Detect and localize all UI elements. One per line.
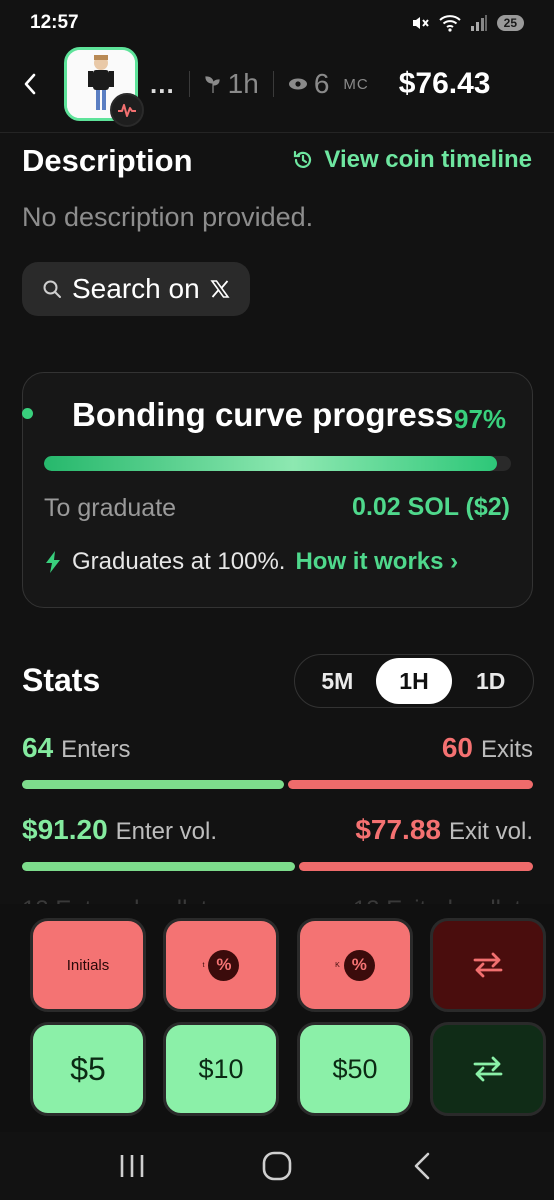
wifi-icon xyxy=(438,15,461,32)
viewer-count: 6 xyxy=(288,68,330,100)
how-it-works-link[interactable]: How it works › xyxy=(295,548,458,576)
signal-icon xyxy=(470,15,487,31)
activity-badge xyxy=(110,93,144,127)
bonding-progress-fill xyxy=(44,456,497,471)
back-button[interactable] xyxy=(22,64,52,104)
x-logo-icon xyxy=(210,280,230,298)
sell-percent-1-label: t xyxy=(202,961,205,969)
market-cap-value: $76.43 xyxy=(398,67,491,100)
percent-icon: % xyxy=(208,949,240,981)
home-icon xyxy=(262,1151,292,1181)
description-title: Description xyxy=(22,143,193,178)
search-on-x-button[interactable]: Search on xyxy=(22,262,250,316)
range-5m-tab[interactable]: 5M xyxy=(299,658,376,704)
exit-volume-value: $77.88 xyxy=(355,814,441,845)
quick-trade-panel: Initials t % K % $5 $10 $50 xyxy=(0,904,554,1132)
time-range-selector: 5M 1H 1D xyxy=(294,654,534,708)
buy-10-button[interactable]: $10 xyxy=(163,1022,279,1116)
swap-arrows-icon xyxy=(473,952,503,978)
to-graduate-value: 0.02 SOL ($2) xyxy=(352,493,510,521)
enters-label: Enters xyxy=(61,736,131,763)
buy-5-button[interactable]: $5 xyxy=(30,1022,146,1116)
view-coin-timeline-link[interactable]: View coin timeline xyxy=(292,146,532,174)
eye-icon xyxy=(288,78,307,90)
back-arrow-icon xyxy=(414,1152,429,1180)
exits-label: Exits xyxy=(480,736,533,763)
search-on-label: Search on xyxy=(72,273,200,304)
battery-indicator: 25 xyxy=(496,15,524,31)
sell-percent-chip-2: K % xyxy=(335,949,375,981)
bonding-curve-percent: 97% xyxy=(454,404,507,434)
exit-volume-label: Exit vol. xyxy=(448,818,533,845)
coin-avatar[interactable] xyxy=(64,47,144,127)
description-text: No description provided. xyxy=(22,202,314,232)
sprout-icon xyxy=(205,76,220,93)
to-graduate-label: To graduate xyxy=(44,494,177,522)
buy-50-label: $50 xyxy=(332,1053,378,1084)
status-dot-icon xyxy=(22,408,33,419)
exits-count: 60 xyxy=(441,732,473,763)
chevron-left-icon xyxy=(24,73,36,95)
enters-count: 64 xyxy=(22,732,54,763)
graduation-info-text: Graduates at 100%. xyxy=(72,548,286,575)
sell-percent-2-label: K xyxy=(335,961,340,969)
header-divider xyxy=(188,71,190,97)
market-cap-label: MC xyxy=(343,75,369,93)
coin-age-value: 1h xyxy=(227,68,259,99)
search-icon xyxy=(43,280,61,298)
bonding-progress-bar xyxy=(44,456,511,471)
buy-10-label: $10 xyxy=(198,1053,244,1084)
recent-apps-button[interactable] xyxy=(102,1141,162,1191)
enter-volume-label: Enter vol. xyxy=(115,818,218,845)
bonding-curve-title: Bonding curve progress xyxy=(72,396,454,433)
buy-5-label: $5 xyxy=(70,1050,106,1087)
system-navigation-bar xyxy=(0,1132,554,1200)
enter-volume-bar xyxy=(22,862,295,871)
pulse-icon xyxy=(118,104,136,117)
lightning-icon xyxy=(46,551,60,573)
header-separator xyxy=(0,132,554,133)
header-divider xyxy=(272,71,274,97)
enters-exits-row: 64 Enters 60 Exits xyxy=(22,732,533,764)
sell-swap-button[interactable] xyxy=(430,918,546,1012)
range-1d-tab[interactable]: 1D xyxy=(452,658,529,704)
system-icons: 25 xyxy=(410,13,524,33)
history-icon xyxy=(294,150,312,168)
sell-initials-button[interactable]: Initials xyxy=(30,918,146,1012)
exit-volume-bar xyxy=(299,862,533,871)
buy-50-button[interactable]: $50 xyxy=(297,1022,413,1116)
range-1h-tab[interactable]: 1H xyxy=(375,658,453,704)
coin-name[interactable]: ... xyxy=(150,69,175,100)
swap-arrows-icon xyxy=(473,1056,503,1082)
coin-header: ... 1h 6 MC $76.43 xyxy=(0,36,554,132)
graduation-info: Graduates at 100%. How it works › xyxy=(44,548,458,576)
sell-initials-label: Initials xyxy=(66,956,110,974)
volume-row: $91.20 Enter vol. $77.88 Exit vol. xyxy=(22,814,533,846)
coin-age: 1h xyxy=(204,68,259,100)
buy-swap-button[interactable] xyxy=(430,1022,546,1116)
sell-percent-chip-1: t % xyxy=(202,949,240,981)
status-time: 12:57 xyxy=(30,12,79,33)
percent-icon: % xyxy=(343,949,375,981)
stats-title: Stats xyxy=(22,662,101,698)
timeline-link-label: View coin timeline xyxy=(324,146,532,173)
enters-bar xyxy=(22,780,284,789)
home-button[interactable] xyxy=(247,1141,307,1191)
sell-percent-button-1[interactable]: t % xyxy=(163,918,279,1012)
viewer-count-value: 6 xyxy=(313,68,330,99)
enter-volume-value: $91.20 xyxy=(22,814,108,845)
recent-apps-icon xyxy=(121,1155,144,1177)
sell-percent-button-2[interactable]: K % xyxy=(297,918,413,1012)
mute-icon xyxy=(412,17,429,29)
system-back-button[interactable] xyxy=(392,1141,452,1191)
exits-bar xyxy=(288,780,533,789)
